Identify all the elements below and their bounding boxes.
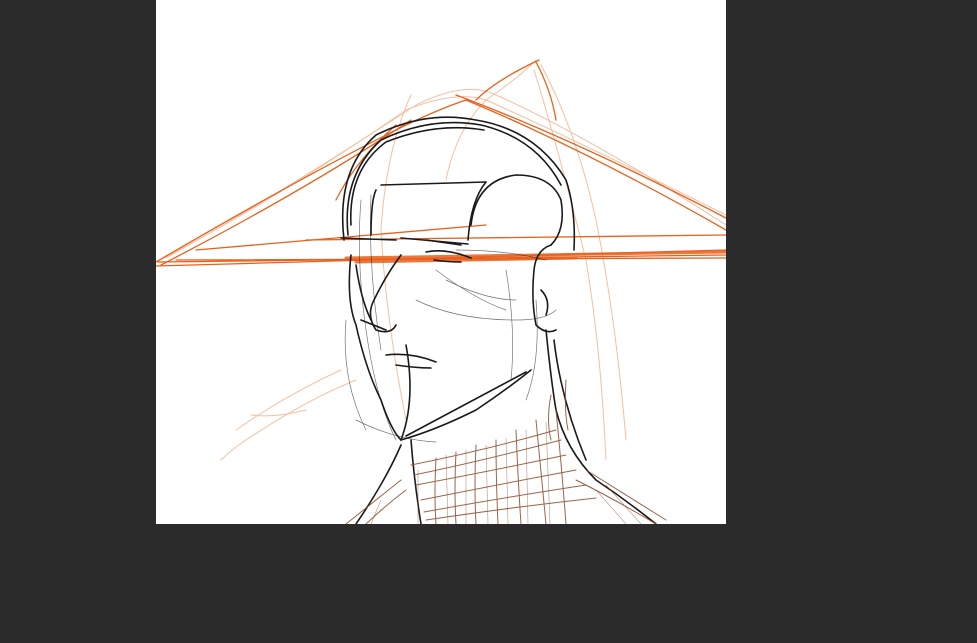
hat-sketch <box>156 59 726 461</box>
head-sketch <box>340 116 657 524</box>
drawing-canvas[interactable] <box>156 0 726 524</box>
collar-sketch <box>345 379 667 524</box>
sketch-artwork <box>156 59 726 524</box>
editor-workspace[interactable] <box>0 0 977 643</box>
